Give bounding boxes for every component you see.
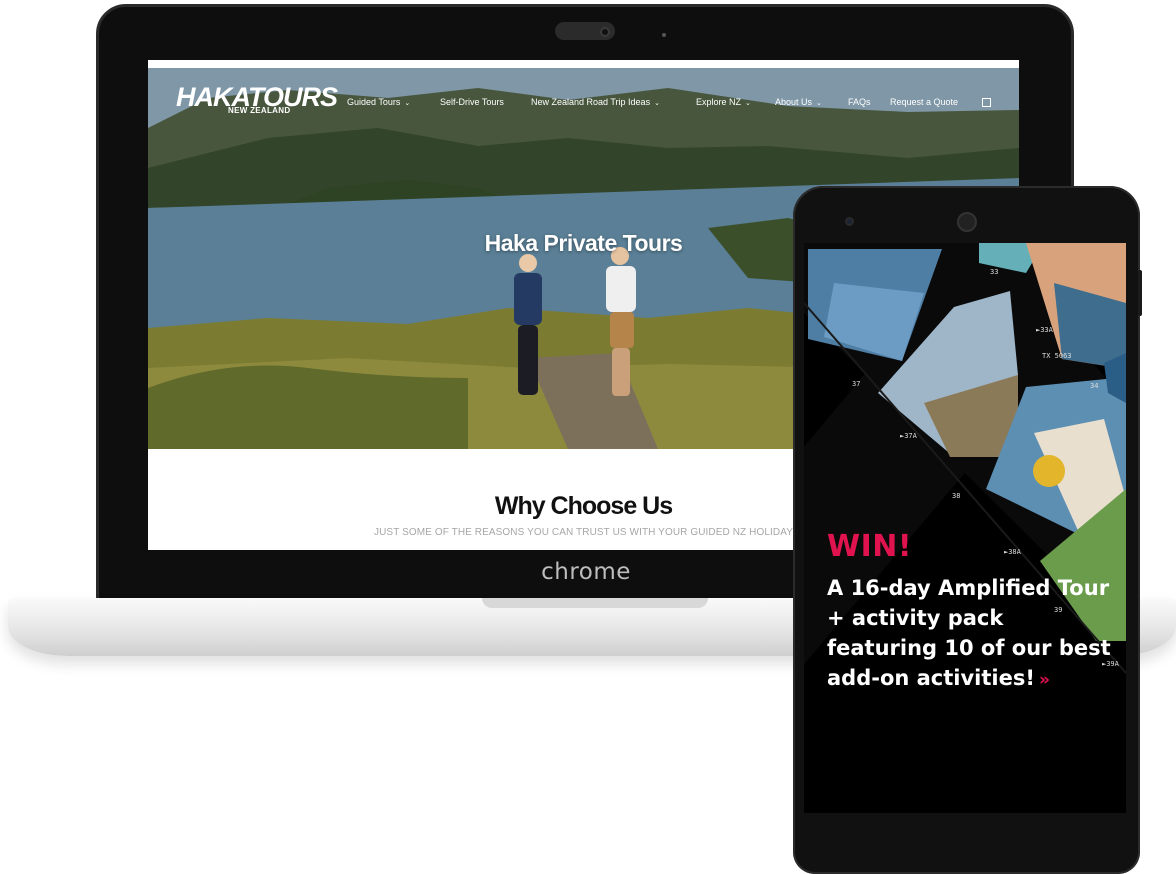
film-label: ►33A [1036,326,1053,334]
promo-text[interactable]: A 16-day Amplified Tour + activity pack … [827,573,1117,695]
film-label: ►39A [1102,660,1119,668]
chevron-down-icon: ⌄ [404,100,411,107]
nav-request-quote[interactable]: Request a Quote [890,97,958,107]
site-logo[interactable]: HAKATOURS NEW ZEALAND [176,84,338,116]
double-chevron-right-icon: » [1038,670,1050,690]
chevron-down-icon: ⌄ [816,100,822,107]
nav-label: FAQs [848,97,871,107]
nav-label: Self-Drive Tours [440,97,504,107]
film-label: 33 [990,268,999,276]
film-label: ►37A [900,432,917,440]
nav-label: Guided Tours [347,97,401,107]
nav-label: About Us [775,97,813,107]
film-label: 38 [952,492,961,500]
film-label: 37 [852,380,861,388]
phone-screen [804,243,1126,813]
phone-camera-icon [845,217,854,226]
chevron-down-icon: ⌄ [745,100,751,107]
site-navbar: HAKATOURS NEW ZEALAND Guided Tours ⌄ Self… [148,68,1019,124]
webcam-icon [600,27,610,37]
nav-about-us[interactable]: About Us ⌄ [775,97,822,107]
phone-speaker [957,212,977,232]
film-label: 39 [1054,606,1063,614]
nav-road-trip-ideas[interactable]: New Zealand Road Trip Ideas ⌄ [531,97,660,107]
promo-copy: A 16-day Amplified Tour + activity pack … [827,576,1111,690]
nav-explore-nz[interactable]: Explore NZ ⌄ [696,97,751,107]
nav-label: Request a Quote [890,97,959,107]
laptop-hinge-notch [482,598,708,608]
nav-self-drive-tours[interactable]: Self-Drive Tours [440,97,504,107]
nav-label: New Zealand Road Trip Ideas [531,97,651,107]
logo-subtext: NEW ZEALAND [228,106,291,115]
win-headline: WIN! [827,529,913,564]
film-label: 34 [1090,382,1099,390]
film-label: TX 5063 [1042,352,1072,360]
phone-side-button [1138,270,1142,316]
nav-guided-tours[interactable]: Guided Tours ⌄ [347,97,410,107]
indicator-light [662,33,666,37]
nav-label: Explore NZ [696,97,742,107]
chevron-down-icon: ⌄ [654,100,660,107]
film-strip-graphic [804,243,1126,716]
chrome-brand-logo: chrome [541,559,631,585]
film-label: ►38A [1004,548,1021,556]
search-icon[interactable] [982,98,991,107]
nav-faqs[interactable]: FAQs [848,97,871,107]
